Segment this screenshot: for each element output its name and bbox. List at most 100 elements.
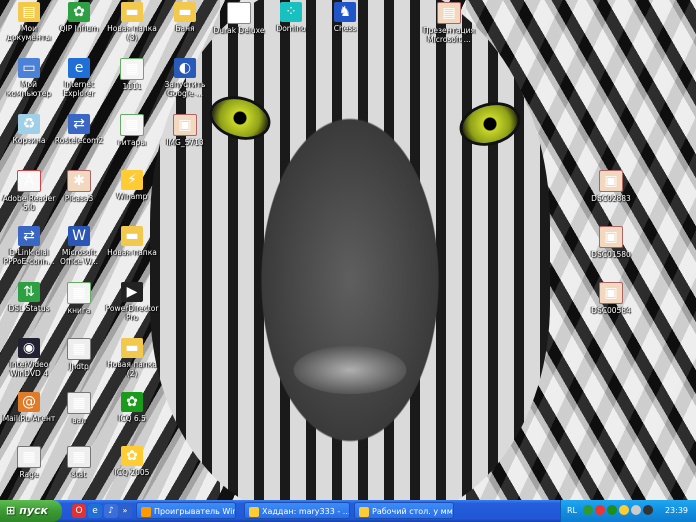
spreadsheet-icon: ▦ — [120, 58, 144, 80]
dsl-status-icon: ⇅ — [18, 282, 40, 302]
desktop-icon-1111[interactable]: ▦ 1111 — [103, 58, 161, 114]
desktop-icon-winamp[interactable]: ⚡ Winamp — [103, 170, 161, 226]
window-icon — [359, 506, 369, 517]
screenshot-icon: ▦ — [17, 446, 41, 468]
desktop-icon-new-folder-2[interactable]: ▬ Новая папка (2) — [103, 338, 161, 394]
clock[interactable]: 23:39 — [665, 500, 688, 522]
desktop-icon-dsc01580[interactable]: ▣ DSC01580 — [582, 226, 640, 282]
desktop-icon-label: ICQ 6.5 — [118, 414, 146, 423]
desktop-icon-img5713[interactable]: ▣ IMG_5713 — [156, 114, 214, 170]
desktop-icon-label: Internet Explorer — [63, 80, 95, 98]
folder-icon: ▬ — [121, 338, 143, 358]
desktop-icon-label: IMG_5713 — [166, 138, 204, 147]
desktop-icon-label: Microsoft Office W... — [60, 248, 98, 266]
screenshot-icon: ▦ — [67, 446, 91, 468]
desktop-icon-kniga[interactable]: ▦ книга — [50, 282, 108, 338]
system-tray: RL 23:39 — [560, 500, 696, 522]
desktop-icon-val[interactable]: ▦ вал — [50, 392, 108, 448]
volume-tray-icon[interactable] — [631, 505, 641, 515]
recycle-bin-icon: ♻ — [18, 114, 40, 134]
desktop-icon-label: DSC01580 — [591, 250, 631, 259]
folder-icon: ▬ — [121, 2, 143, 22]
taskbar-task-haddan[interactable]: Хаддан: mary333 - ... — [244, 502, 350, 519]
picasa-icon: ✱ — [67, 170, 91, 192]
screenshot-icon: ▦ — [67, 338, 91, 360]
desktop-icon-icq2005[interactable]: ✿ ICQ 2005 — [103, 446, 161, 500]
powerdirector-icon: ▶ — [121, 282, 143, 302]
desktop-icon-powerdirector[interactable]: ▶ PowerDirector Pro — [103, 282, 161, 338]
desktop-icon-presentation[interactable]: ▤ Презентация Microsoft ... — [420, 2, 478, 58]
icq-tray-icon[interactable] — [607, 505, 617, 515]
desktop-icon-stat[interactable]: ▦ stat — [50, 446, 108, 500]
desktop-icon-word[interactable]: W Microsoft Office W... — [50, 226, 108, 282]
domino-icon: ⁘ — [280, 2, 302, 22]
desktop-icon-label: Jhdtp — [69, 362, 89, 371]
opera-quick-launch-icon[interactable]: O — [72, 504, 86, 518]
desktop-icon-dsc02883[interactable]: ▣ DSC02883 — [582, 170, 640, 226]
desktop-icon-banya[interactable]: ▬ Баня — [156, 2, 214, 58]
desktop-icon-jhdtp[interactable]: ▦ Jhdtp — [50, 338, 108, 394]
desktop-icon-google[interactable]: ◐ Запустить Google ... — [156, 58, 214, 114]
start-button[interactable]: ⊞ пуск — [0, 500, 62, 522]
desktop-icon-label: stat — [71, 470, 87, 479]
image-icon: ▣ — [173, 114, 197, 136]
language-indicator[interactable]: RL — [567, 500, 577, 522]
desktop-icon-durak[interactable]: ♦ Durak Deluxe — [210, 2, 268, 58]
desktop-icon-label: книга — [67, 306, 91, 315]
desktop-icon-guitars[interactable]: ▦ гитары — [103, 114, 161, 170]
desktop-icon-label: DSC02883 — [591, 194, 631, 203]
chess-icon: ♞ — [334, 2, 356, 22]
desktop-icon-label: Запустить Google ... — [164, 80, 206, 98]
desktop[interactable]: ▤ Мои документы ▭ Мой компьютер ♻ Корзина A… — [0, 0, 696, 500]
desktop-icon-label: гитары — [117, 138, 147, 147]
desktop-icon-label: Новая папка (2) — [107, 360, 157, 378]
desktop-icon-new-folder[interactable]: ▬ Новая папка — [103, 226, 161, 282]
winamp-icon: ⚡ — [121, 170, 143, 190]
mail-tray-icon[interactable] — [619, 505, 629, 515]
ie-quick-launch-icon[interactable]: e — [88, 504, 102, 518]
desktop-icon-rostelecom[interactable]: ⇄ Rostelecom2 — [50, 114, 108, 170]
network-icon: ⇄ — [18, 226, 40, 246]
my-computer-icon: ▭ — [18, 58, 40, 78]
desktop-icon-picasa[interactable]: ✱ Picasa3 — [50, 170, 108, 226]
task-label: Проигрыватель Win... — [154, 507, 236, 516]
presentation-icon: ▤ — [437, 2, 461, 24]
qip-icon: ✿ — [68, 2, 90, 22]
task-label: Хаддан: mary333 - ... — [262, 507, 350, 516]
desktop-icon-internet-explorer[interactable]: e Internet Explorer — [50, 58, 108, 114]
image-icon: ▣ — [599, 226, 623, 248]
pdf-icon: A — [17, 170, 41, 192]
image-icon: ▣ — [599, 282, 623, 304]
media-player-icon — [141, 506, 151, 517]
desktop-icon-label: Winamp — [116, 192, 148, 201]
word-icon: W — [68, 226, 90, 246]
desktop-icon-label: Rostelecom2 — [54, 136, 104, 145]
taskbar-task-desktop[interactable]: Рабочий стол. у ммм... — [354, 502, 454, 519]
desktop-icon-label: Domino — [276, 24, 306, 33]
icq-old-icon: ✿ — [121, 446, 143, 466]
desktop-icon-domino[interactable]: ⁘ Domino — [262, 2, 320, 58]
desktop-icon-qip[interactable]: ✿ QIP Infium — [50, 2, 108, 58]
google-icon: ◐ — [174, 58, 196, 78]
app-tray-icon[interactable] — [643, 505, 653, 515]
mail-agent-icon: @ — [18, 392, 40, 412]
desktop-icon-dsc00584[interactable]: ▣ DSC00584 — [582, 282, 640, 338]
desktop-icon-label: Picasa3 — [64, 194, 94, 203]
network-tray-icon[interactable] — [583, 505, 593, 515]
taskbar-task-media-player[interactable]: Проигрыватель Win... — [136, 502, 236, 519]
desktop-icon-chess[interactable]: ♞ Chess — [316, 2, 374, 58]
spreadsheet-icon: ▦ — [120, 114, 144, 136]
screenshot-icon: ▦ — [67, 392, 91, 414]
quick-launch-more-icon[interactable]: » — [118, 504, 132, 518]
desktop-icon-label: PowerDirector Pro — [105, 304, 159, 322]
media-quick-launch-icon[interactable]: ♪ — [104, 504, 118, 518]
desktop-icon-label: Новая папка — [107, 248, 157, 257]
folder-icon: ▬ — [121, 226, 143, 246]
start-button-label: пуск — [19, 504, 48, 517]
ie-icon: e — [68, 58, 90, 78]
desktop-icon-icq65[interactable]: ✿ ICQ 6.5 — [103, 392, 161, 448]
dvd-icon: ◉ — [18, 338, 40, 358]
desktop-icon-new-folder-3[interactable]: ▬ Новая папка (3) — [103, 2, 161, 58]
cards-icon: ♦ — [227, 2, 251, 24]
antivirus-tray-icon[interactable] — [595, 505, 605, 515]
